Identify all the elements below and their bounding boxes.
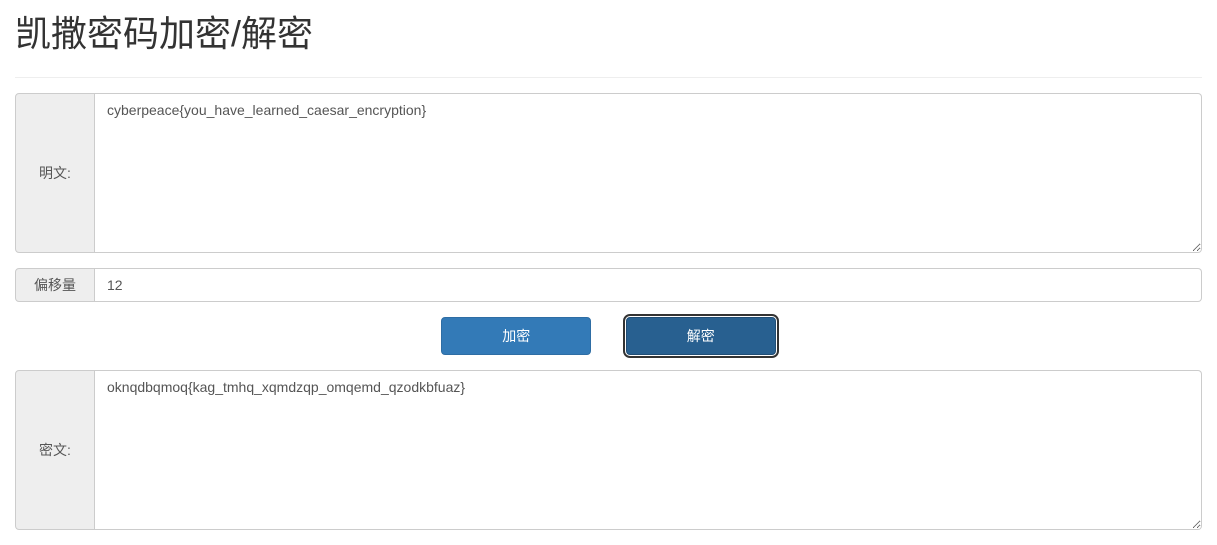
ciphertext-label: 密文:	[15, 370, 95, 530]
page-title: 凯撒密码加密/解密	[15, 5, 1202, 57]
offset-group: 偏移量	[15, 268, 1202, 302]
divider	[15, 77, 1202, 78]
ciphertext-input[interactable]	[95, 370, 1202, 530]
plaintext-group: 明文:	[15, 93, 1202, 253]
decrypt-button[interactable]: 解密	[626, 317, 776, 355]
offset-input[interactable]	[95, 268, 1202, 302]
button-row: 加密 解密	[15, 317, 1202, 355]
plaintext-label: 明文:	[15, 93, 95, 253]
plaintext-input[interactable]	[95, 93, 1202, 253]
ciphertext-group: 密文:	[15, 370, 1202, 530]
encrypt-button[interactable]: 加密	[441, 317, 591, 355]
offset-label: 偏移量	[15, 268, 95, 302]
